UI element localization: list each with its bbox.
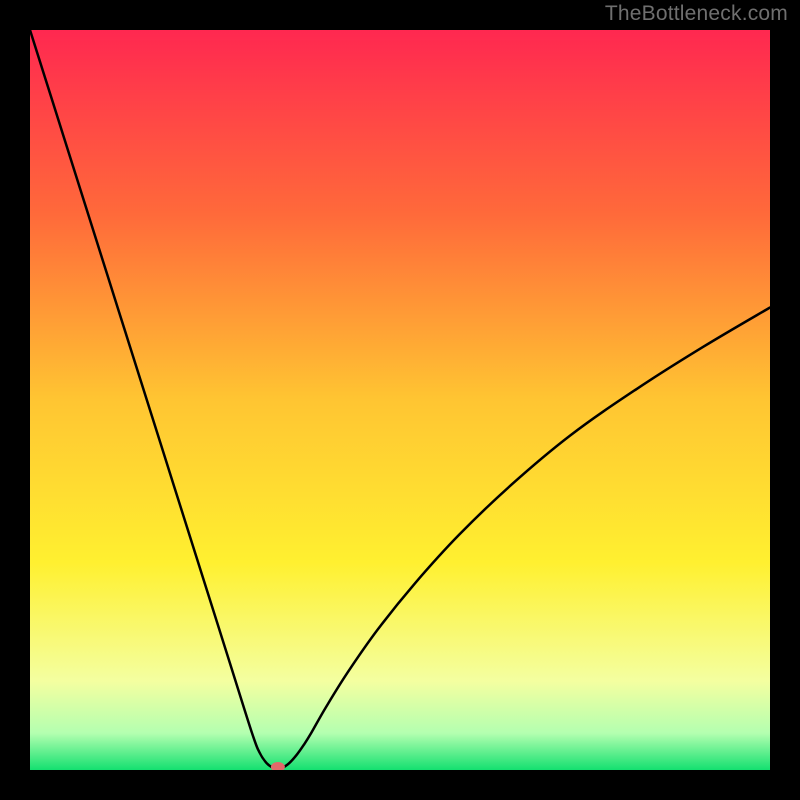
chart-frame: TheBottleneck.com [0, 0, 800, 800]
watermark-text: TheBottleneck.com [605, 2, 788, 26]
plot-background [30, 30, 770, 770]
bottleneck-chart [30, 30, 770, 770]
